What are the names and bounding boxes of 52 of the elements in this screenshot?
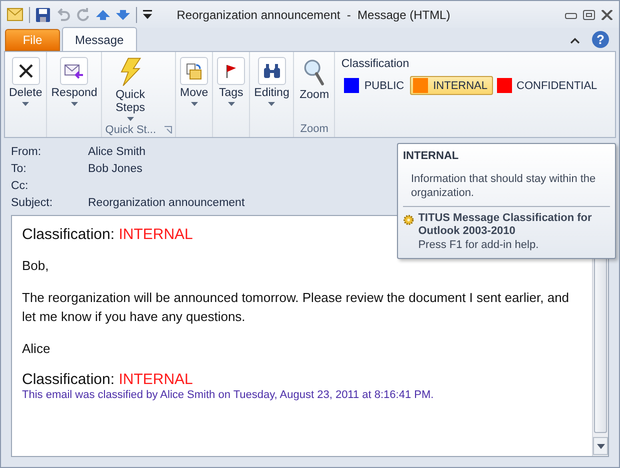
down-arrow-icon[interactable] xyxy=(116,10,130,20)
restore-icon[interactable] xyxy=(583,10,595,20)
dialog-launcher-icon[interactable] xyxy=(164,126,172,134)
tooltip-title: INTERNAL xyxy=(403,150,460,162)
group-label: Zoom xyxy=(300,123,328,135)
scroll-down-button[interactable] xyxy=(593,437,608,455)
ribbon-button[interactable]: Tags xyxy=(216,55,246,121)
save-icon[interactable] xyxy=(36,8,50,22)
window-title: Reorganization announcement - Message (HTML) xyxy=(176,8,452,22)
field-label: Cc: xyxy=(11,179,30,194)
classification-note: This email was classified by Alice Smith on Tuesday, August 23, 2011 at 8:16:41 PM. xyxy=(22,389,435,401)
ribbon-tab[interactable]: Message xyxy=(62,27,137,51)
group-label: Quick St... xyxy=(105,124,156,136)
delete-icon xyxy=(16,62,35,80)
down-arrow-icon xyxy=(596,444,604,448)
up-arrow-icon[interactable] xyxy=(96,10,110,20)
ribbon-button[interactable]: Delete xyxy=(8,55,44,121)
help-button[interactable]: ? xyxy=(592,31,609,48)
ribbon-button[interactable]: Editing xyxy=(253,55,290,121)
ribbon-button[interactable]: Move xyxy=(179,55,210,121)
ribbon-button[interactable]: Zoom xyxy=(297,55,332,121)
message-paragraph: Bob, xyxy=(22,257,50,275)
field-label: From: xyxy=(11,145,42,160)
classification-label: Classification: xyxy=(22,226,115,243)
message-paragraph: Alice xyxy=(22,340,52,358)
classification-option[interactable]: PUBLIC xyxy=(341,76,410,95)
collapse-ribbon-icon[interactable] xyxy=(570,37,580,44)
folder-icon xyxy=(185,62,204,80)
gear-icon xyxy=(403,212,414,228)
classification-value: INTERNAL xyxy=(118,226,193,243)
field-value: Reorganization announcement xyxy=(88,197,245,209)
ribbon-button[interactable]: Respond xyxy=(50,55,98,121)
message-paragraph: The reorganization will be announced tomorrow. Please review the document I sent earlier, and let me know if you have any questions. xyxy=(22,289,570,326)
field-label: To: xyxy=(11,162,28,177)
lightning-icon xyxy=(118,57,142,87)
group-title: Classification xyxy=(341,58,410,70)
close-icon[interactable] xyxy=(601,10,613,20)
field-label: Subject: xyxy=(11,196,54,211)
classification-option[interactable]: INTERNAL xyxy=(410,76,492,95)
classification-value: INTERNAL xyxy=(118,371,193,388)
envelope-arrow-icon xyxy=(64,62,84,80)
addin-help: Press F1 for add-in help. xyxy=(418,238,540,252)
field-value: Alice Smith xyxy=(88,146,146,158)
binoculars-icon xyxy=(262,62,282,80)
classification-label: Classification: xyxy=(22,371,115,388)
ribbon-button[interactable]: Quick Steps xyxy=(105,55,156,123)
tooltip-description: Information that should stay within the organization. xyxy=(411,172,597,200)
magnifier-icon xyxy=(303,58,326,86)
addin-title: TITUS Message Classification for Outlook 2003-2010 xyxy=(418,212,593,238)
field-value: Bob Jones xyxy=(88,163,142,175)
classification-option[interactable]: CONFIDENTIAL xyxy=(494,76,602,95)
customize-icon[interactable] xyxy=(143,10,152,19)
